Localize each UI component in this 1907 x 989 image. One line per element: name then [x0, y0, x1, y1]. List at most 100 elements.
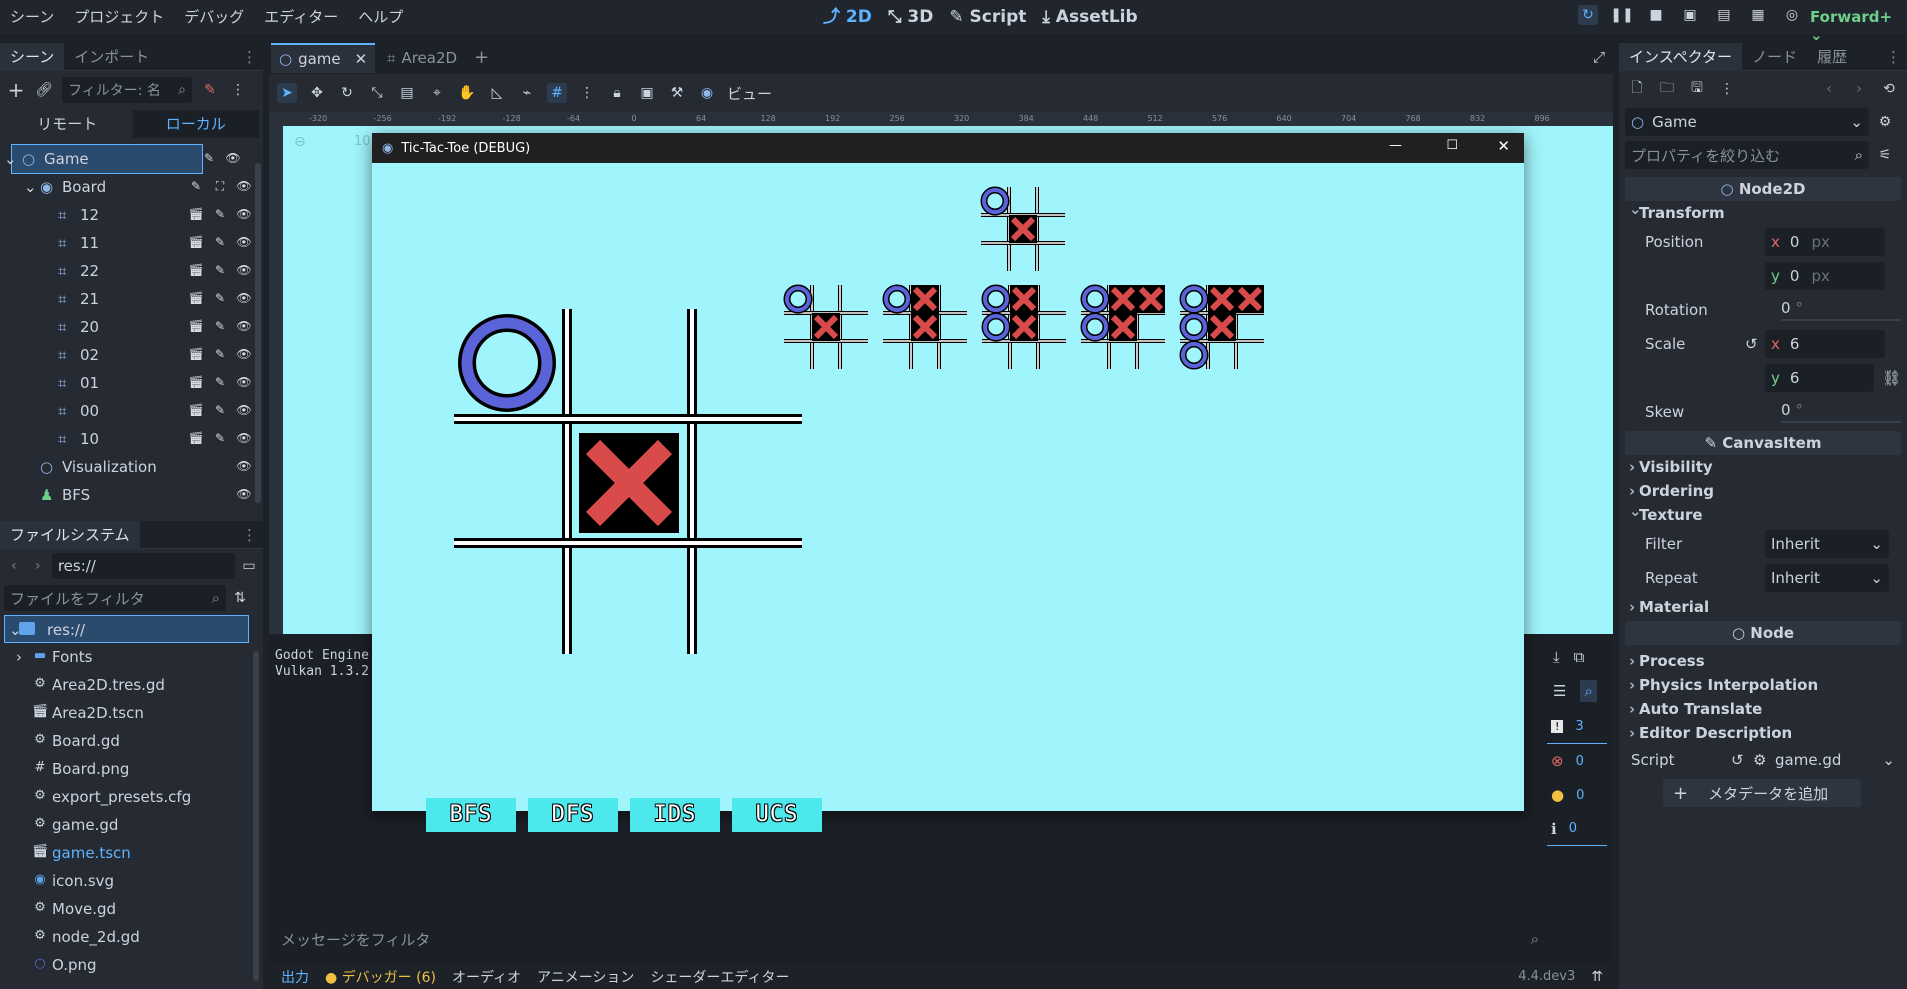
output-filter-input[interactable]: メッセージをフィルタ ⌕ — [275, 924, 1545, 954]
select-tool-icon[interactable]: ➤ — [277, 83, 297, 103]
ucs-button[interactable]: UCS — [732, 798, 822, 832]
tree-item[interactable]: ⌄ ○ Game ✎ 👁︎ — [4, 144, 241, 174]
fs-item[interactable]: 🎬︎ game.tscn — [0, 839, 263, 867]
tab-import[interactable]: インポート — [64, 43, 159, 71]
script-icon[interactable]: ✎ — [211, 261, 229, 279]
tree-item[interactable]: ⌗ 01 🎬︎ ✎ 👁︎ — [0, 369, 263, 397]
tab-history[interactable]: 履歴 — [1807, 43, 1857, 71]
menu-item[interactable]: デバッグ — [174, 0, 254, 34]
tree-item[interactable]: ⌗ 20 🎬︎ ✎ 👁︎ — [0, 313, 263, 341]
snap-menu-icon[interactable]: ⋮ — [577, 83, 597, 103]
scale-tool-icon[interactable]: ⤡ — [367, 83, 387, 103]
property-filter-input[interactable]: プロパティを絞り込む ⌕ — [1625, 141, 1869, 169]
tree-item[interactable]: ⌗ 10 🎬︎ ✎ 👁︎ — [0, 425, 263, 453]
zoom-out-icon[interactable]: ⊖ — [294, 134, 306, 150]
eye-icon[interactable]: 👁︎ — [235, 205, 253, 223]
script-icon[interactable]: ✎ — [211, 401, 229, 419]
chevron-down-icon[interactable]: ⌄ — [4, 145, 17, 173]
scene-filter-input[interactable]: フィルター: 名 ⌕ — [62, 77, 192, 103]
group-icon[interactable]: ⛶ — [211, 177, 229, 195]
search-toggle-icon[interactable]: ⌕ — [1580, 680, 1597, 702]
warnings-count[interactable]: ● 0 — [1547, 778, 1607, 812]
tab-scene[interactable]: シーン — [0, 42, 65, 71]
clapper-icon[interactable]: 🎬︎ — [187, 429, 205, 447]
new-tab-icon[interactable]: + — [474, 47, 489, 68]
category-physics-interpolation[interactable]: Physics Interpolation — [1625, 673, 1901, 697]
category-editor-description[interactable]: Editor Description — [1625, 721, 1901, 745]
info-count[interactable]: ℹ0 — [1547, 812, 1607, 846]
dfs-button[interactable]: DFS — [528, 798, 618, 832]
tree-item[interactable]: ⌗ 21 🎬︎ ✎ 👁︎ — [0, 285, 263, 313]
reload-icon[interactable]: ↻ — [1578, 5, 1598, 25]
eye-icon[interactable]: 👁︎ — [235, 233, 253, 251]
menu-item[interactable]: プロジェクト — [64, 0, 174, 34]
clapper-icon[interactable]: 🎬︎ — [187, 345, 205, 363]
chevron-down-icon[interactable]: ⌄ — [24, 173, 37, 201]
scale-y-field[interactable]: y6 — [1765, 364, 1874, 392]
minimize-icon[interactable]: — — [1389, 138, 1402, 153]
menu-item[interactable]: シーン — [0, 0, 64, 34]
eye-icon[interactable]: 👁︎ — [235, 289, 253, 307]
back-icon[interactable]: ‹ — [4, 556, 24, 576]
tab-debugger[interactable]: ● デバッガー (6) — [325, 967, 436, 987]
script-icon[interactable]: ✎ — [211, 373, 229, 391]
eye-icon[interactable]: 👁︎ — [235, 429, 253, 447]
errors-count[interactable]: ⊗ 0 — [1547, 744, 1607, 778]
position-x-field[interactable]: x 0 px — [1765, 228, 1885, 256]
fs-menu-icon[interactable]: ⋮ — [242, 526, 263, 544]
fs-item[interactable]: ⚙ Move.gd — [0, 895, 263, 923]
history-icon[interactable]: ⟲ — [1879, 79, 1899, 99]
clapper-icon[interactable]: 🎬︎ — [187, 205, 205, 223]
history-back-icon[interactable]: ‹ — [1819, 79, 1839, 99]
object-props-icon[interactable]: ⚙ — [1875, 112, 1895, 132]
lock-icon[interactable]: 🔒︎ — [607, 83, 627, 103]
inspector-menu-icon[interactable]: ⋮ — [1717, 79, 1737, 99]
workspace-script[interactable]: ✎ Script — [941, 0, 1034, 34]
chevron-right-icon[interactable]: › — [16, 643, 22, 671]
section-node2d[interactable]: ○ Node2D — [1625, 177, 1901, 201]
dock-menu-icon[interactable]: ⋮ — [1886, 48, 1907, 66]
wrap-icon[interactable]: ☰ — [1553, 682, 1566, 700]
node-selector[interactable]: ○ Game ⌄ — [1625, 108, 1869, 136]
script-icon[interactable]: ✎ — [187, 177, 205, 195]
repeat-select[interactable]: Inherit ⌄ — [1765, 564, 1889, 592]
move-tool-icon[interactable]: ✥ — [307, 83, 327, 103]
pan-tool-icon[interactable]: ✋ — [457, 83, 477, 103]
fs-scrollbar[interactable] — [253, 651, 259, 981]
clapper-icon[interactable]: 🎬︎ — [187, 401, 205, 419]
tab-shader-editor[interactable]: シェーダーエディター — [650, 967, 789, 987]
new-resource-icon[interactable]: 🗋︎ — [1627, 79, 1647, 99]
eye-icon[interactable]: 👁︎ — [235, 177, 253, 195]
fs-item[interactable]: › ▬ Fonts — [0, 643, 263, 671]
link-icon[interactable]: 🔗︎ — [34, 80, 54, 100]
maximize-icon[interactable]: ☐ — [1446, 138, 1458, 153]
remote-button[interactable]: リモート — [4, 110, 131, 138]
fs-item[interactable]: ○ O.png — [0, 951, 263, 979]
close-icon[interactable]: ✕ — [355, 50, 368, 68]
copy-icon[interactable]: ⧉ — [1574, 648, 1585, 666]
link-icon[interactable]: ⛓ — [1882, 369, 1901, 387]
category-visibility[interactable]: Visibility — [1625, 455, 1901, 479]
script-icon[interactable]: ✎ — [211, 317, 229, 335]
stop-icon[interactable]: ■ — [1646, 5, 1666, 25]
category-ordering[interactable]: Ordering — [1625, 479, 1901, 503]
tree-item[interactable]: ○ Visualization 👁︎ — [0, 453, 263, 481]
view-menu[interactable]: ビュー — [727, 83, 772, 104]
tab-audio[interactable]: オーディオ — [452, 967, 521, 987]
tree-item[interactable]: ⌄ ◉ Board ✎ ⛶ 👁︎ — [0, 173, 263, 201]
script-icon[interactable]: ✎ — [200, 149, 218, 167]
menu-item[interactable]: エディター — [254, 0, 348, 34]
forward-icon[interactable]: › — [28, 556, 48, 576]
clapper-icon[interactable]: 🎬︎ — [187, 289, 205, 307]
sort-icon[interactable]: ⇅ — [230, 588, 250, 608]
fs-item[interactable]: # Board.png — [0, 755, 263, 783]
workspace-assetlib[interactable]: ⤓ AssetLib — [1034, 0, 1145, 34]
category-auto-translate[interactable]: Auto Translate — [1625, 697, 1901, 721]
menu-item[interactable]: ヘルプ — [348, 0, 413, 34]
movie-icon[interactable]: ◎ — [1782, 5, 1802, 25]
close-icon[interactable]: ✕ — [1497, 137, 1510, 155]
fs-item[interactable]: 🎬︎ Area2D.tscn — [0, 699, 263, 727]
category-transform[interactable]: Transform — [1625, 197, 1901, 225]
fs-item[interactable]: ⚙ Board.gd — [0, 727, 263, 755]
bone-icon[interactable]: ⚒ — [667, 83, 687, 103]
